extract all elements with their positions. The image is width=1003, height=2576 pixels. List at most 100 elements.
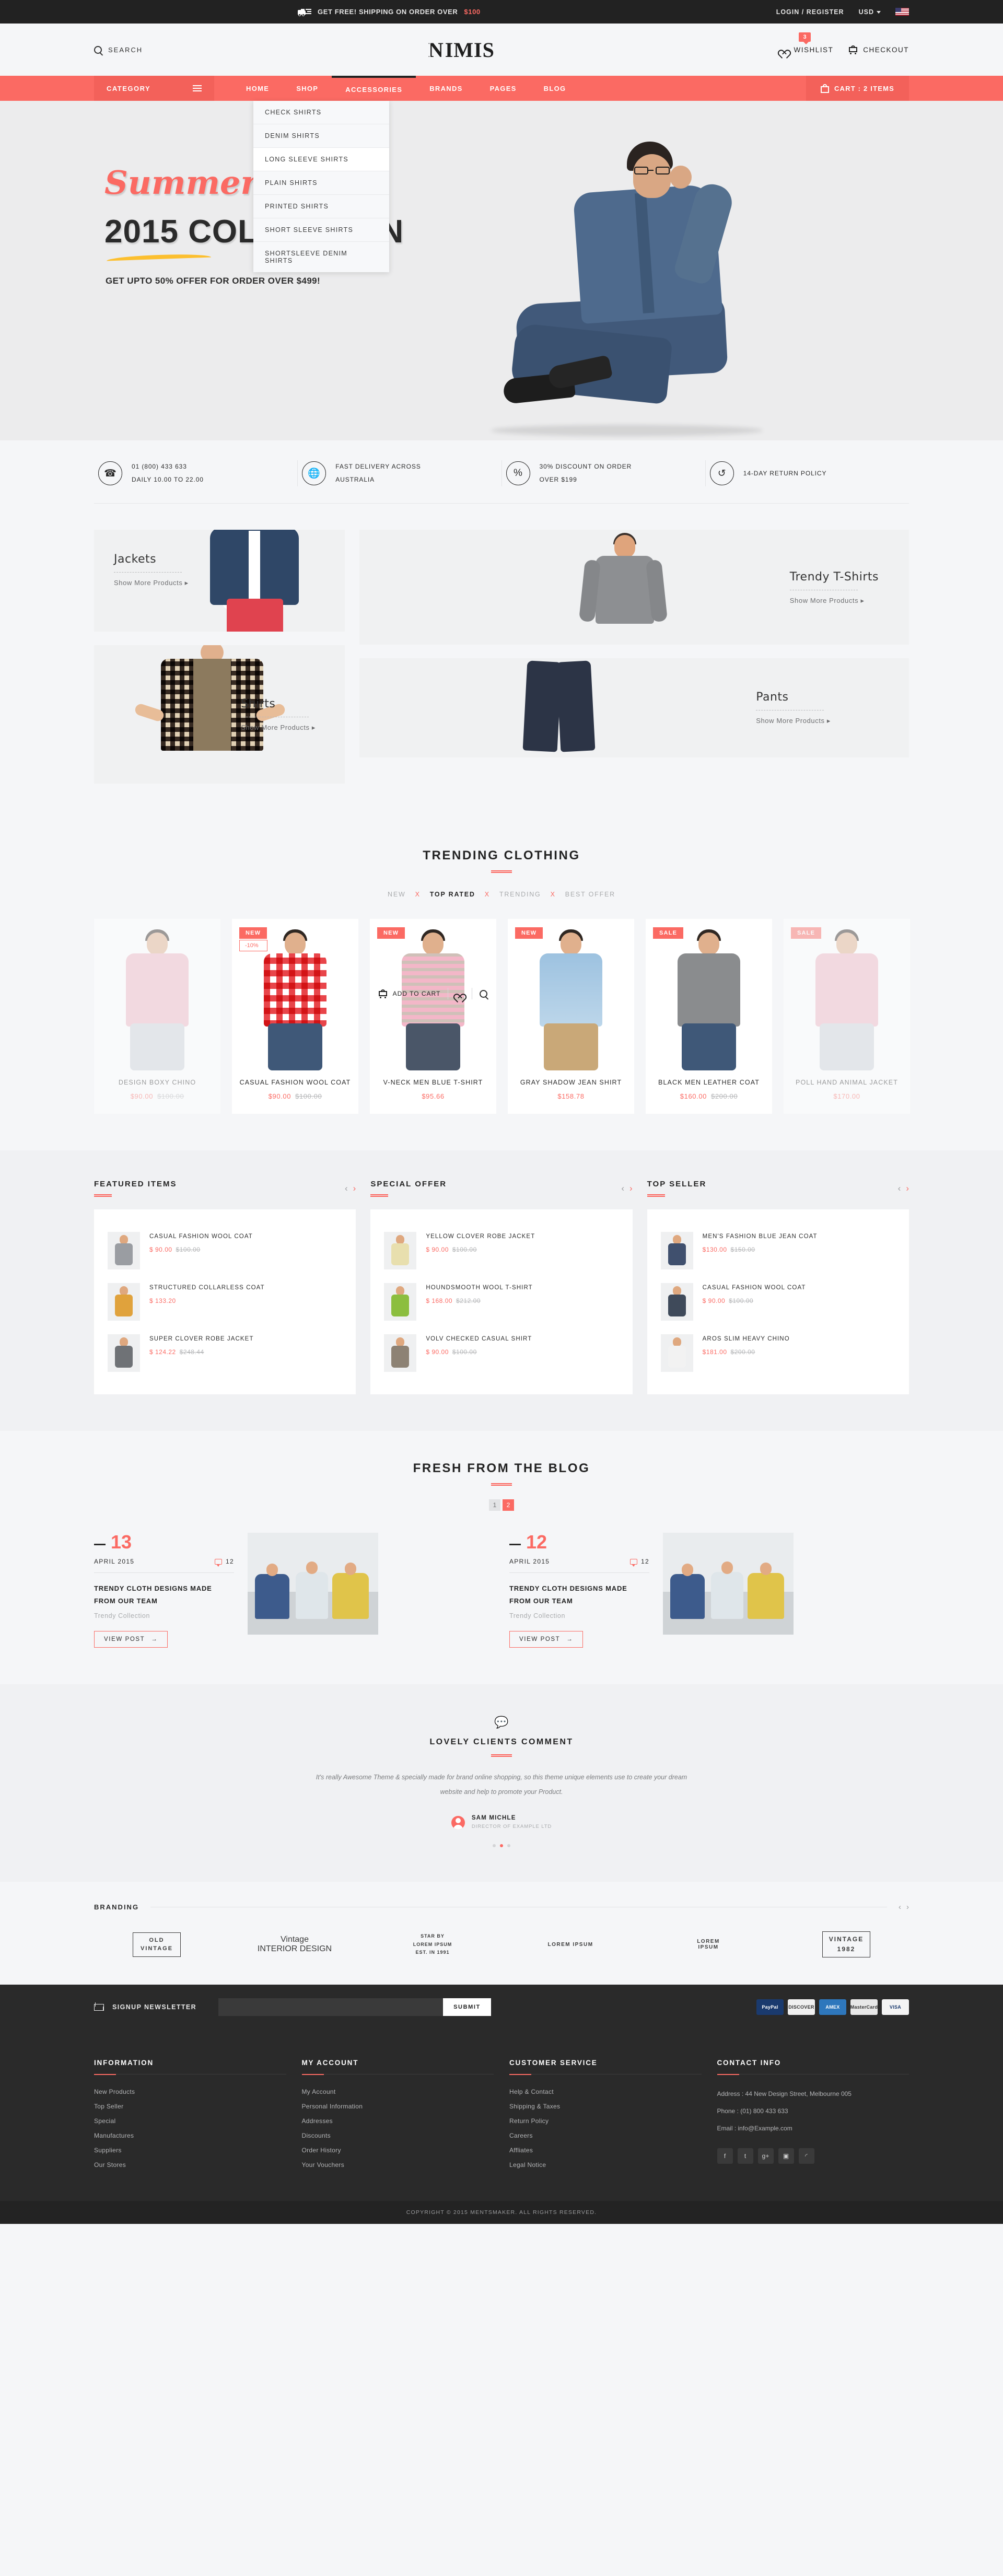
site-logo[interactable]: NIMIS [428, 38, 495, 62]
widget-item[interactable]: HOUNDSMOOTH WOOL T-SHIRT $ 168.00 $212.00 [384, 1276, 619, 1327]
brand-logo[interactable]: LOREM IPSUM [667, 1929, 750, 1960]
product-card[interactable]: NEW GRAY SHADOW JEAN SHIRT $158.78 [508, 919, 634, 1114]
footer-link[interactable]: Careers [509, 2132, 702, 2139]
dropdown-item[interactable]: PRINTED SHIRTS [253, 195, 389, 218]
carousel-dot-1[interactable] [493, 1844, 496, 1848]
carousel-dot-3[interactable] [507, 1844, 510, 1848]
tab-best-offer[interactable]: BEST OFFER [565, 891, 615, 898]
dropdown-item[interactable]: SHORTSLEEVE DENIM SHIRTS [253, 242, 389, 272]
comment-count[interactable]: 12 [630, 1558, 649, 1567]
brand-next-arrow[interactable]: › [906, 1903, 909, 1911]
footer-link[interactable]: My Account [302, 2088, 494, 2095]
show-more-link[interactable]: Show More Products ▸ [241, 724, 316, 732]
footer-link[interactable]: Manufactures [94, 2132, 286, 2139]
widget-item[interactable]: AROS SLIM HEAVY CHINO $181.00 $200.00 [660, 1327, 895, 1379]
widget-item[interactable]: MEN'S FASHION BLUE JEAN COAT $130.00 $150… [660, 1225, 895, 1276]
brand-logo[interactable]: Vintage INTERIOR DESIGN [253, 1929, 336, 1960]
nav-item-home[interactable]: HOME [232, 76, 283, 101]
accessories-dropdown-menu[interactable]: CHECK SHIRTS DENIM SHIRTS LONG SLEEVE SHIR… [253, 101, 389, 272]
brand-logo[interactable]: VINTAGE 1982 [804, 1929, 888, 1960]
nav-item-accessories[interactable]: ACCESSORIES [332, 76, 416, 101]
widget-prev-arrow[interactable]: ‹ [898, 1183, 901, 1194]
brand-logo[interactable]: OLD VINTAGE [115, 1929, 199, 1960]
instagram-icon[interactable]: ▣ [778, 2148, 794, 2164]
footer-link[interactable]: Return Policy [509, 2117, 702, 2125]
currency-selector[interactable]: USD [859, 8, 881, 16]
widget-next-arrow[interactable]: › [353, 1183, 356, 1194]
footer-link[interactable]: Discounts [302, 2132, 494, 2139]
footer-link[interactable]: Your Vouchers [302, 2161, 494, 2169]
dropdown-item[interactable]: SHORT SLEEVE SHIRTS [253, 218, 389, 242]
facebook-icon[interactable]: f [717, 2148, 733, 2164]
category-card-trendy-tshirts[interactable]: Trendy T-Shirts Show More Products ▸ [359, 530, 909, 645]
product-card[interactable]: SALE BLACK MEN LEATHER COAT $160.00 $200.… [646, 919, 772, 1114]
rss-icon[interactable]: ◜ [798, 2148, 814, 2164]
google-plus-icon[interactable]: g+ [757, 2148, 774, 2164]
footer-link[interactable]: Suppliers [94, 2147, 286, 2154]
widget-next-arrow[interactable]: › [629, 1183, 633, 1194]
category-card-jackets[interactable]: Jackets Show More Products ▸ [94, 530, 345, 632]
newsletter-email-input[interactable] [218, 1998, 444, 2016]
search-button[interactable]: SEARCH [94, 45, 143, 54]
view-post-button[interactable]: VIEW POST → [509, 1631, 584, 1648]
post-title[interactable]: TRENDY CLOTH DESIGNS MADE FROM OUR TEAM [94, 1582, 234, 1607]
dropdown-item[interactable]: CHECK SHIRTS [253, 101, 389, 124]
footer-link[interactable]: Legal Notice [509, 2161, 702, 2169]
show-more-link[interactable]: Show More Products ▸ [790, 597, 879, 605]
widget-item[interactable]: CASUAL FASHION WOOL COAT $ 90.00 $100.00 [108, 1225, 342, 1276]
dropdown-item[interactable]: PLAIN SHIRTS [253, 171, 389, 195]
widget-item[interactable]: VOLV CHECKED CASUAL SHIRT $ 90.00 $100.00 [384, 1327, 619, 1379]
widget-item[interactable]: CASUAL FASHION WOOL COAT $ 90.00 $100.00 [660, 1276, 895, 1327]
footer-link[interactable]: New Products [94, 2088, 286, 2095]
footer-link[interactable]: Our Stores [94, 2161, 286, 2169]
category-menu-button[interactable]: CATEGORY [94, 76, 214, 101]
us-flag-icon[interactable] [895, 8, 909, 16]
nav-item-brands[interactable]: BRANDS [416, 76, 476, 101]
tab-trending[interactable]: TRENDING [499, 891, 541, 898]
dropdown-item[interactable]: DENIM SHIRTS [253, 124, 389, 148]
add-to-cart-button[interactable]: ADD TO CART [378, 989, 441, 999]
widget-prev-arrow[interactable]: ‹ [345, 1183, 348, 1194]
widget-next-arrow[interactable]: › [906, 1183, 909, 1194]
dropdown-item[interactable]: LONG SLEEVE SHIRTS [253, 148, 389, 171]
tab-new[interactable]: NEW [388, 891, 406, 898]
wishlist-icon[interactable] [456, 990, 464, 998]
product-card[interactable]: NEW ADD TO CART V-NECK MEN BLUE T-SHIRT … [370, 919, 496, 1114]
comment-count[interactable]: 12 [215, 1558, 234, 1567]
footer-link[interactable]: Order History [302, 2147, 494, 2154]
nav-item-blog[interactable]: BLOG [530, 76, 580, 101]
footer-link[interactable]: Special [94, 2117, 286, 2125]
brand-prev-arrow[interactable]: ‹ [899, 1903, 901, 1911]
product-card[interactable]: DESIGN BOXY CHINO $90.00 $100.00 [94, 919, 220, 1114]
checkout-button[interactable]: CHECKOUT [849, 45, 909, 54]
newsletter-submit-button[interactable]: SUBMIT [443, 1998, 491, 2016]
brand-logo[interactable]: STAR BY LOREM IPSUM EST. IN 1991 [391, 1929, 474, 1960]
product-card[interactable]: SALE POLL HAND ANIMAL JACKET $170.00 [784, 919, 910, 1114]
footer-link[interactable]: Addresses [302, 2117, 494, 2125]
widget-item[interactable]: STRUCTURED COLLARLESS COAT $ 133.20 [108, 1276, 342, 1327]
footer-link[interactable]: Affliates [509, 2147, 702, 2154]
blog-page-2[interactable]: 2 [503, 1499, 514, 1511]
widget-item[interactable]: SUPER CLOVER ROBE JACKET $ 124.22 $248.44 [108, 1327, 342, 1379]
nav-item-pages[interactable]: PAGES [476, 76, 530, 101]
blog-page-1[interactable]: 1 [489, 1499, 500, 1511]
cart-button[interactable]: CART : 2 ITEMS [806, 76, 909, 101]
widget-prev-arrow[interactable]: ‹ [621, 1183, 624, 1194]
category-card-shirts[interactable]: Shirts Show More Products ▸ [94, 645, 345, 784]
category-card-pants[interactable]: Pants Show More Products ▸ [359, 658, 909, 758]
footer-link[interactable]: Shipping & Taxes [509, 2103, 702, 2110]
product-card[interactable]: NEW -10% CASUAL FASHION WOOL COAT $90.00 $… [232, 919, 358, 1114]
wishlist-button[interactable]: 3 WISHLIST [780, 32, 833, 54]
footer-link[interactable]: Personal Information [302, 2103, 494, 2110]
carousel-dot-2[interactable] [500, 1844, 503, 1848]
twitter-icon[interactable]: t [737, 2148, 753, 2164]
footer-link[interactable]: Help & Contact [509, 2088, 702, 2095]
widget-item[interactable]: YELLOW CLOVER ROBE JACKET $ 90.00 $100.00 [384, 1225, 619, 1276]
show-more-link[interactable]: Show More Products ▸ [756, 717, 831, 725]
login-register-link[interactable]: LOGIN / REGISTER [776, 8, 844, 16]
footer-link[interactable]: Top Seller [94, 2103, 286, 2110]
nav-item-shop[interactable]: SHOP [283, 76, 332, 101]
tab-top-rated[interactable]: TOP RATED [430, 891, 475, 898]
post-title[interactable]: TRENDY CLOTH DESIGNS MADE FROM OUR TEAM [509, 1582, 649, 1607]
view-post-button[interactable]: VIEW POST → [94, 1631, 168, 1648]
